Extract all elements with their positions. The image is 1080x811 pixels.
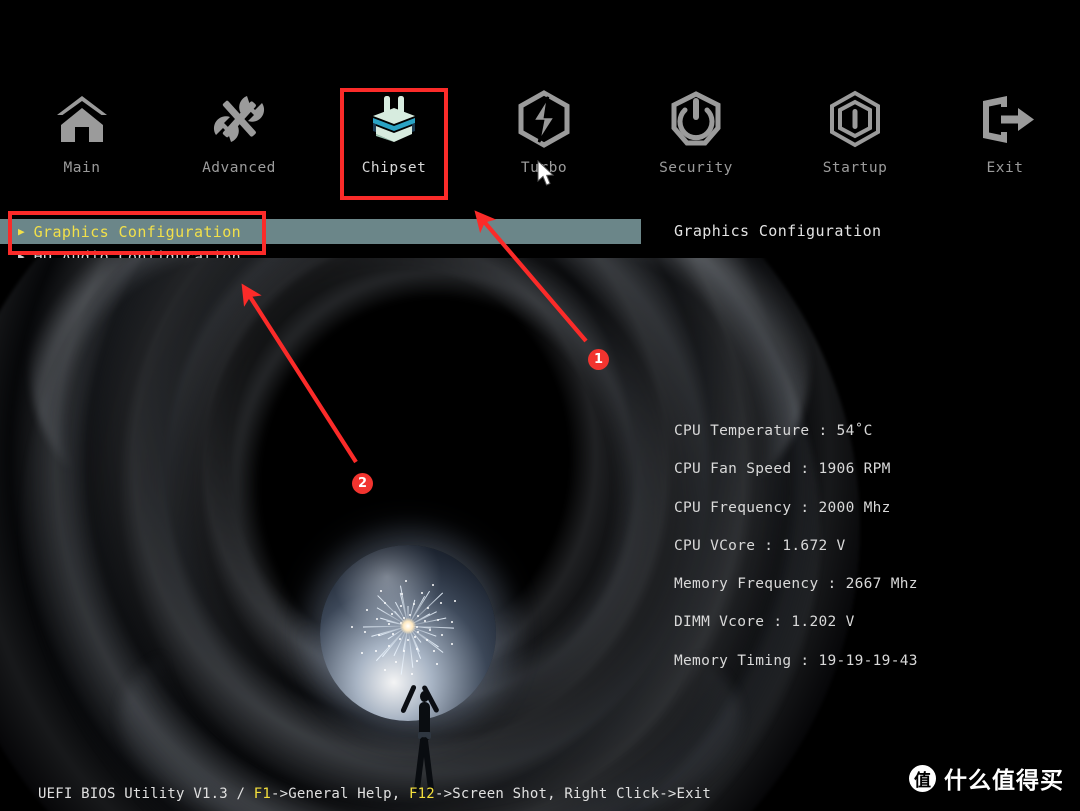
top-navigation-bar: Main Advanced Chipset Security Startup E… [0,0,1080,208]
info-memory-timing: Memory Timing : 19-19-19-43 [674,652,918,669]
menu-item-label: Graphics Configuration [33,222,242,241]
menu-item-label: HD Audio Configuration [33,247,242,259]
pane-title: Graphics Configuration [674,222,882,240]
status-bar-text: UEFI BIOS Utility V1.3 / F1->General Hel… [38,786,711,802]
watermark-text: 什么值得买 [944,768,1064,794]
bolt-icon [513,88,575,150]
nav-item-exit[interactable]: Exit [930,88,1080,200]
info-cpu-vcore: CPU VCore : 1.672 V [674,537,846,554]
triangle-right-icon: ▶ [18,250,25,258]
tools-icon [208,88,270,150]
nav-label-exit: Exit [986,160,1024,176]
power-icon [665,88,727,150]
status-mid1: ->General Help, [270,786,410,802]
info-hex-icon [824,88,886,150]
triangle-right-icon: ▶ [18,225,25,238]
chipset-icon [363,88,425,150]
exit-icon [974,88,1036,150]
watermark-logo-icon: 值 [909,764,936,792]
status-key-f1: F1 [253,786,271,802]
info-cpu-frequency: CPU Frequency : 2000 Mhz [674,499,891,516]
nav-label-startup: Startup [822,160,888,176]
home-icon [51,88,113,150]
system-info-panel: CPU Temperature : 54˚C CPU Fan Speed : 1… [674,423,1074,691]
status-mid2: ->Screen Shot, Right Click->Exit [434,786,712,802]
nav-label-main: Main [63,160,101,176]
mouse-cursor [537,160,555,186]
watermark: 值 什么值得买 [909,761,1064,795]
info-cpu-fan-speed: CPU Fan Speed : 1906 RPM [674,461,891,478]
info-cpu-temperature: CPU Temperature : 54˚C [674,423,873,439]
nav-label-chipset: Chipset [361,160,427,176]
nav-item-chipset[interactable]: Chipset [319,88,469,200]
nav-item-startup[interactable]: Startup [780,88,930,200]
nav-item-security[interactable]: Security [621,88,771,200]
menu-list: ▶ Graphics Configuration ▶ HD Audio Conf… [0,208,1080,258]
nav-item-main[interactable]: Main [7,88,157,200]
status-prefix: UEFI BIOS Utility V1.3 / [38,786,254,802]
nav-item-advanced[interactable]: Advanced [164,88,314,200]
bios-screen: Main Advanced Chipset Security Startup E… [0,0,1080,811]
nav-label-advanced: Advanced [202,160,276,176]
status-key-f12: F12 [409,786,435,802]
info-dimm-vcore: DIMM Vcore : 1.202 V [674,614,855,631]
menu-item-graphics-configuration[interactable]: ▶ Graphics Configuration [0,219,641,244]
info-memory-frequency: Memory Frequency : 2667 Mhz [674,576,918,593]
menu-item-hd-audio-configuration[interactable]: ▶ HD Audio Configuration [0,244,641,259]
nav-label-security: Security [659,160,733,176]
sphere-hotspot [400,617,416,634]
